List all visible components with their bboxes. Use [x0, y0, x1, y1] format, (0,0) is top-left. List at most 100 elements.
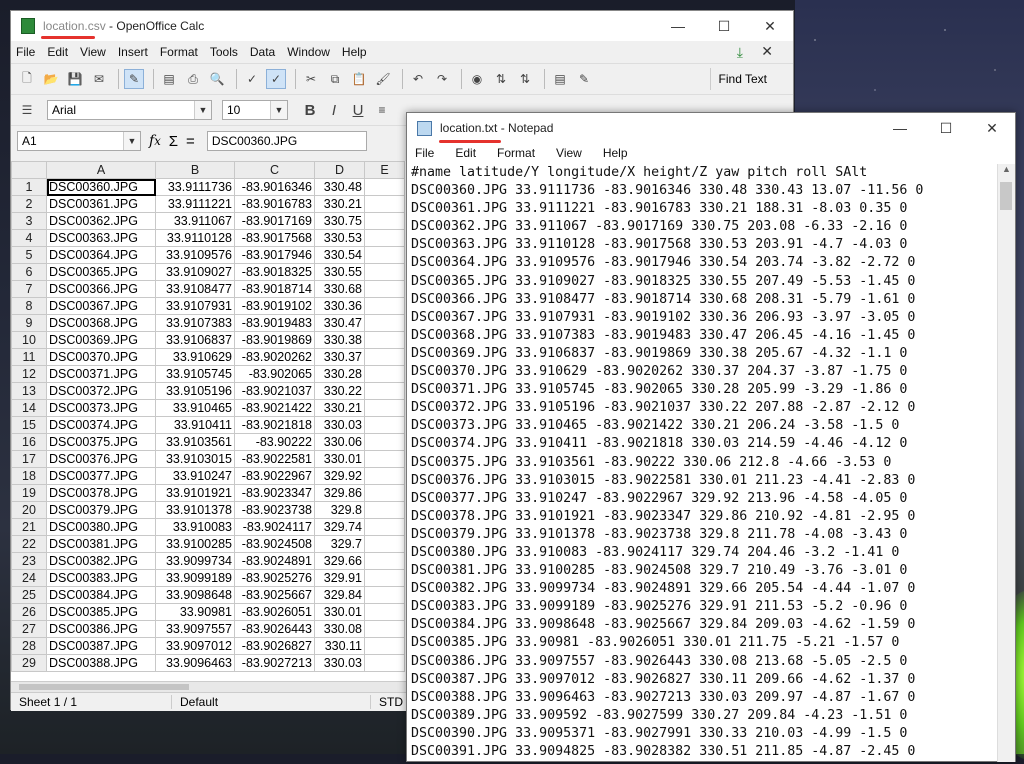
- table-cell[interactable]: [364, 552, 405, 570]
- menu-format[interactable]: Format: [497, 146, 535, 160]
- table-cell[interactable]: DSC00381.JPG: [46, 535, 156, 553]
- table-cell[interactable]: 33.9096463: [155, 654, 235, 672]
- open-icon[interactable]: 📂: [41, 69, 61, 89]
- menu-help[interactable]: Help: [603, 146, 628, 160]
- table-cell[interactable]: -83.9024891: [234, 552, 315, 570]
- column-header[interactable]: A: [46, 161, 156, 179]
- table-cell[interactable]: 330.08: [314, 620, 365, 638]
- table-cell[interactable]: 329.8: [314, 501, 365, 519]
- undo-icon[interactable]: ↶: [408, 69, 428, 89]
- italic-button[interactable]: I: [324, 100, 344, 120]
- row-header[interactable]: 9: [11, 314, 47, 332]
- table-cell[interactable]: -83.9021422: [234, 399, 315, 417]
- email-icon[interactable]: ✉: [89, 69, 109, 89]
- copy-icon[interactable]: ⧉: [325, 69, 345, 89]
- table-cell[interactable]: DSC00374.JPG: [46, 416, 156, 434]
- table-cell[interactable]: 33.910083: [155, 518, 235, 536]
- table-cell[interactable]: 33.910411: [155, 416, 235, 434]
- row-header[interactable]: 13: [11, 382, 47, 400]
- table-cell[interactable]: 33.9106837: [155, 331, 235, 349]
- table-cell[interactable]: DSC00386.JPG: [46, 620, 156, 638]
- table-cell[interactable]: DSC00375.JPG: [46, 433, 156, 451]
- row-header[interactable]: 20: [11, 501, 47, 519]
- spellcheck-icon[interactable]: ✓: [242, 69, 262, 89]
- table-cell[interactable]: DSC00362.JPG: [46, 212, 156, 230]
- minimize-icon[interactable]: —: [877, 113, 923, 143]
- function-icon[interactable]: =: [186, 133, 195, 150]
- table-cell[interactable]: 33.9108477: [155, 280, 235, 298]
- table-cell[interactable]: -83.9025276: [234, 569, 315, 587]
- table-cell[interactable]: -83.9026443: [234, 620, 315, 638]
- table-cell[interactable]: [364, 637, 405, 655]
- print-icon[interactable]: ⎙: [183, 69, 203, 89]
- table-cell[interactable]: -83.9027213: [234, 654, 315, 672]
- clone-format-icon[interactable]: 🖌: [373, 69, 393, 89]
- navigator-icon[interactable]: ◉: [467, 69, 487, 89]
- row-header[interactable]: 12: [11, 365, 47, 383]
- table-cell[interactable]: DSC00388.JPG: [46, 654, 156, 672]
- table-cell[interactable]: [364, 229, 405, 247]
- edit-file-icon[interactable]: ✎: [124, 69, 144, 89]
- table-cell[interactable]: [364, 416, 405, 434]
- sort-descending-icon[interactable]: ⇅: [515, 69, 535, 89]
- row-header[interactable]: 15: [11, 416, 47, 434]
- table-cell[interactable]: 33.910247: [155, 467, 235, 485]
- table-cell[interactable]: [364, 382, 405, 400]
- menu-file[interactable]: File: [415, 146, 434, 160]
- table-cell[interactable]: 33.910465: [155, 399, 235, 417]
- table-cell[interactable]: DSC00360.JPG: [46, 178, 156, 196]
- table-cell[interactable]: 33.9101378: [155, 501, 235, 519]
- table-cell[interactable]: 329.86: [314, 484, 365, 502]
- row-header[interactable]: 5: [11, 246, 47, 264]
- spreadsheet-grid[interactable]: A B C D E 1 DSC00360.JPG 33.9111736 -83.901…: [11, 161, 409, 681]
- column-header[interactable]: B: [155, 161, 235, 179]
- table-cell[interactable]: [364, 263, 405, 281]
- table-cell[interactable]: 33.9103561: [155, 433, 235, 451]
- table-cell[interactable]: -83.9021037: [234, 382, 315, 400]
- table-cell[interactable]: 33.9107383: [155, 314, 235, 332]
- row-header[interactable]: 3: [11, 212, 47, 230]
- table-cell[interactable]: 330.36: [314, 297, 365, 315]
- row-header[interactable]: 7: [11, 280, 47, 298]
- table-cell[interactable]: -83.9026051: [234, 603, 315, 621]
- table-cell[interactable]: 330.37: [314, 348, 365, 366]
- row-header[interactable]: 6: [11, 263, 47, 281]
- row-header[interactable]: 14: [11, 399, 47, 417]
- row-header[interactable]: 2: [11, 195, 47, 213]
- table-cell[interactable]: 33.9105196: [155, 382, 235, 400]
- notepad-titlebar[interactable]: location.txt - Notepad — ☐ ✕: [407, 113, 1015, 143]
- table-cell[interactable]: 33.9099734: [155, 552, 235, 570]
- table-cell[interactable]: [364, 195, 405, 213]
- table-cell[interactable]: 330.68: [314, 280, 365, 298]
- table-cell[interactable]: DSC00385.JPG: [46, 603, 156, 621]
- scroll-up-icon[interactable]: ▲: [998, 164, 1015, 180]
- table-cell[interactable]: -83.9026827: [234, 637, 315, 655]
- row-header[interactable]: 23: [11, 552, 47, 570]
- table-cell[interactable]: [364, 569, 405, 587]
- align-left-icon[interactable]: ≡: [372, 100, 392, 120]
- table-cell[interactable]: [364, 365, 405, 383]
- table-cell[interactable]: DSC00380.JPG: [46, 518, 156, 536]
- close-document-icon[interactable]: ✕: [761, 43, 773, 60]
- corner-cell[interactable]: [11, 161, 47, 179]
- menu-view[interactable]: View: [80, 45, 106, 59]
- menu-help[interactable]: Help: [342, 45, 367, 59]
- column-header[interactable]: C: [234, 161, 315, 179]
- menu-window[interactable]: Window: [287, 45, 330, 59]
- table-cell[interactable]: [364, 348, 405, 366]
- autospellcheck-icon[interactable]: ✓: [266, 69, 286, 89]
- chevron-down-icon[interactable]: ▼: [270, 101, 287, 119]
- download-icon[interactable]: ⤓: [737, 44, 743, 61]
- maximize-icon[interactable]: ☐: [701, 11, 747, 41]
- new-icon[interactable]: 🗋: [17, 69, 37, 89]
- redo-icon[interactable]: ↷: [432, 69, 452, 89]
- formula-input[interactable]: DSC00360.JPG: [206, 131, 367, 151]
- row-header[interactable]: 19: [11, 484, 47, 502]
- menu-file[interactable]: File: [16, 45, 35, 59]
- row-header[interactable]: 1: [11, 178, 47, 196]
- table-cell[interactable]: 330.28: [314, 365, 365, 383]
- table-cell[interactable]: DSC00371.JPG: [46, 365, 156, 383]
- table-cell[interactable]: 330.55: [314, 263, 365, 281]
- row-header[interactable]: 17: [11, 450, 47, 468]
- show-draw-icon[interactable]: ✎: [574, 69, 594, 89]
